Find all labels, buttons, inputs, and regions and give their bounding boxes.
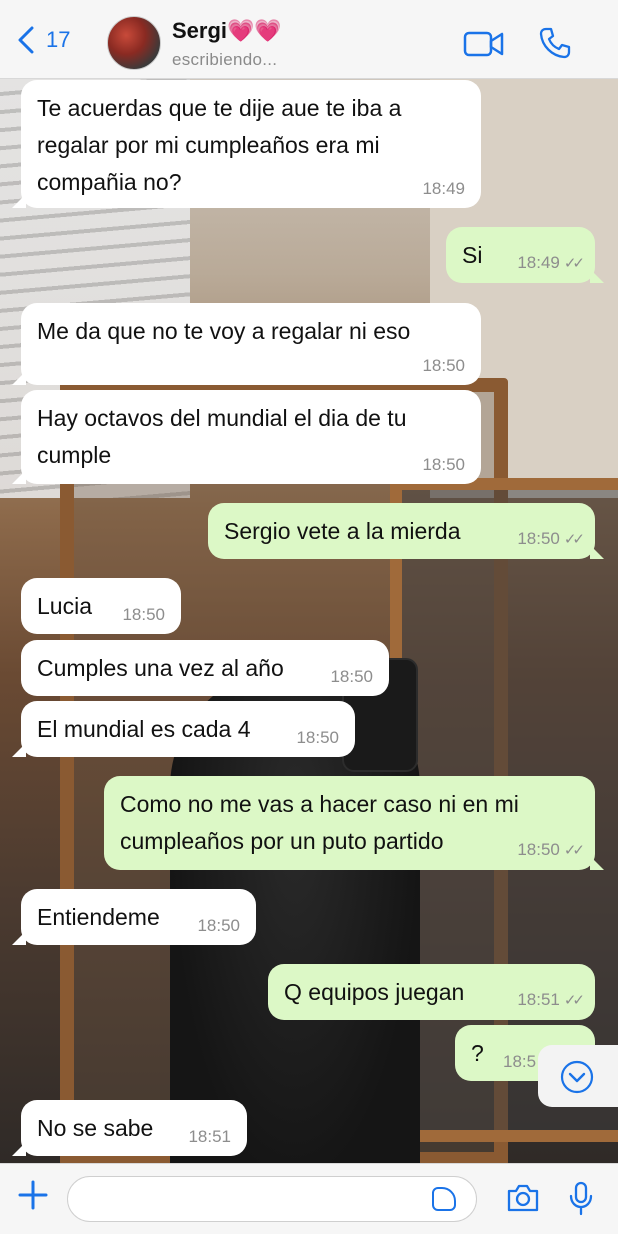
video-call-icon [463,31,504,57]
message-text: Si [462,242,483,268]
message-time: 18:50 [422,455,465,474]
message-text: Hay octavos del mundial el dia de tu cum… [37,405,407,468]
message-bubble[interactable]: Sergio vete a la mierda 18:50 ✓✓ [208,503,604,559]
plus-icon [18,1180,48,1210]
message-bubble[interactable]: Como no me vas a hacer caso ni en mi cum… [104,776,604,870]
chat-header: 17 Sergi💗💗 escribiendo... [0,0,618,79]
message-time: 18:49 ✓✓ [517,253,585,273]
message-text: Te acuerdas que te dije aue te iba a reg… [37,95,402,195]
message-time: 18:50 [296,728,339,747]
unread-count: 17 [46,27,71,52]
message-text: ? [471,1040,484,1066]
message-text: El mundial es cada 4 [37,716,251,742]
message-time: 18:51 [188,1127,231,1146]
message-text: Lucia [37,593,92,619]
contact-name[interactable]: Sergi💗💗 [172,18,282,44]
message-bubble[interactable]: Me da que no te voy a regalar ni eso 18:… [12,303,481,385]
message-time: 18:50 ✓✓ [517,529,585,549]
camera-button[interactable] [506,1183,540,1218]
message-time: 18:50 [197,916,240,935]
message-time: 18:49 [422,179,465,198]
read-receipt-icon: ✓✓ [563,531,585,548]
message-input[interactable] [67,1176,477,1222]
message-text: Sergio vete a la mierda [224,518,461,544]
message-text: Me da que no te voy a regalar ni eso [37,318,411,344]
message-time: 18:50 [330,667,373,686]
scroll-to-bottom-button[interactable] [538,1045,618,1107]
message-bubble[interactable]: Cumples una vez al año 18:50 [21,640,389,696]
video-call-button[interactable] [463,30,505,63]
message-bubble[interactable]: Si 18:49 ✓✓ [446,227,604,283]
typing-status: escribiendo... [172,50,278,69]
message-time: 18:50 ✓✓ [517,840,585,860]
message-text: No se sabe [37,1115,154,1141]
message-time: 18:50 [422,356,465,375]
back-button[interactable]: 17 [16,26,70,54]
voice-call-button[interactable] [538,26,572,65]
message-bubble[interactable]: Entiendeme 18:50 [12,889,256,945]
camera-icon [507,1184,539,1212]
message-bubble[interactable]: Hay octavos del mundial el dia de tu cum… [12,390,481,484]
chevron-left-icon [18,26,34,54]
avatar[interactable] [107,16,161,70]
chevron-down-icon [560,1060,594,1094]
message-time: 18:50 [122,605,165,624]
message-bubble[interactable]: El mundial es cada 4 18:50 [12,701,355,757]
composer-bar [0,1163,618,1234]
message-bubble[interactable]: No se sabe 18:51 [12,1100,247,1156]
message-text: Entiendeme [37,904,160,930]
read-receipt-icon: ✓✓ [563,992,585,1009]
message-bubble[interactable]: Te acuerdas que te dije aue te iba a reg… [12,80,481,208]
attach-button[interactable] [17,1178,49,1218]
read-receipt-icon: ✓✓ [563,842,585,859]
microphone-icon [569,1181,593,1216]
message-bubble[interactable]: Lucia 18:50 [21,578,181,634]
message-bubble[interactable]: Q equipos juegan 18:51 ✓✓ [268,964,595,1020]
phone-icon [539,27,571,59]
message-text: Cumples una vez al año [37,655,284,681]
message-time: 18:5 [503,1052,537,1071]
message-text: Q equipos juegan [284,979,465,1005]
read-receipt-icon: ✓✓ [563,255,585,272]
microphone-button[interactable] [568,1181,594,1222]
message-time: 18:51 ✓✓ [517,990,585,1010]
message-text: Como no me vas a hacer caso ni en mi cum… [120,791,519,854]
